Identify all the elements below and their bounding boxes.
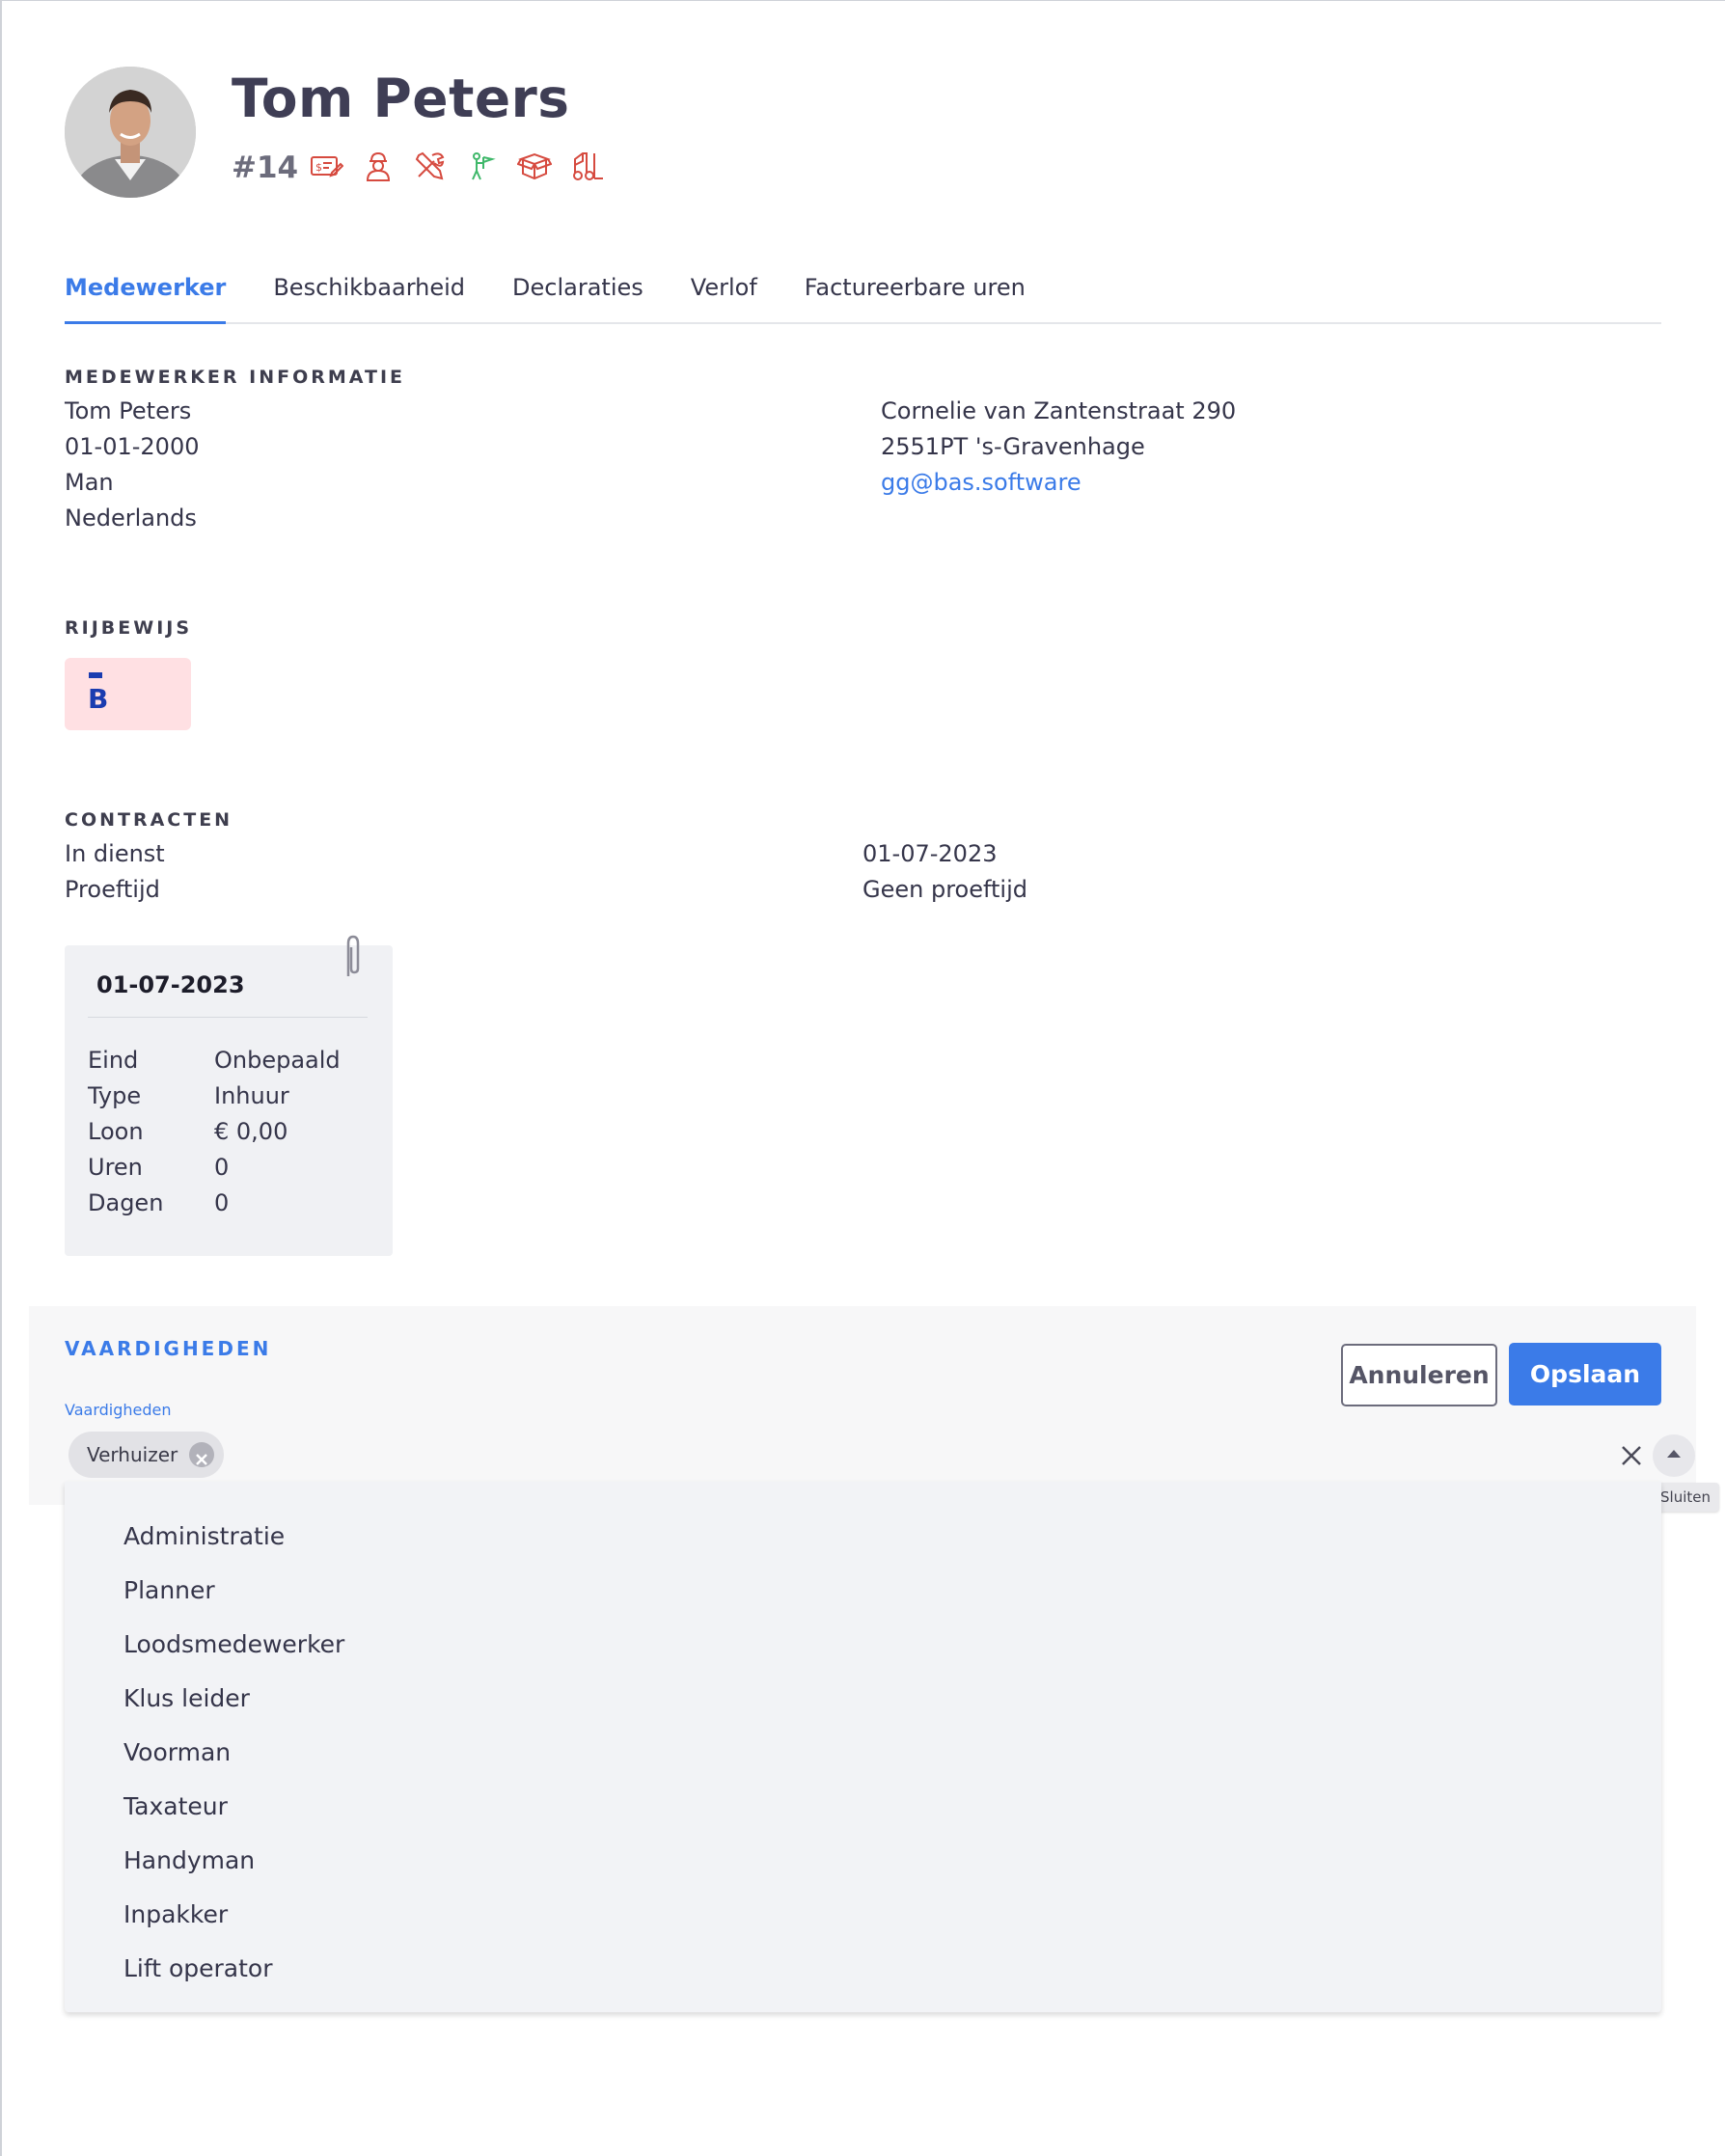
info-nationality: Nederlands: [65, 505, 197, 532]
clear-icon[interactable]: [1619, 1443, 1644, 1468]
skills-title: VAARDIGHEDEN: [65, 1337, 272, 1360]
skill-chip-verhuizer: Verhuizer: [68, 1432, 225, 1478]
option-inpakker[interactable]: Inpakker: [123, 1900, 228, 1928]
section-title-contracts: CONTRACTEN: [65, 809, 233, 831]
contract-in-service-value: 01-07-2023: [862, 840, 998, 867]
paperclip-icon[interactable]: [341, 934, 364, 980]
contract-probation-value: Geen proeftijd: [862, 876, 1027, 903]
employee-number: #14: [232, 150, 299, 185]
tab-bar: Medewerker Beschikbaarheid Declaraties V…: [65, 270, 1661, 324]
dropdown-toggle-up-icon[interactable]: [1653, 1434, 1695, 1477]
option-klus-leider[interactable]: Klus leider: [123, 1684, 250, 1712]
contract-card-divider: [88, 1017, 368, 1018]
section-title-info: MEDEWERKER INFORMATIE: [65, 367, 406, 388]
avatar-photo-icon: [65, 67, 196, 198]
cancel-button[interactable]: Annuleren: [1341, 1344, 1497, 1406]
box-icon: [517, 152, 552, 180]
contract-row-uren: Uren 0: [88, 1154, 230, 1181]
contract-in-service-label: In dienst: [65, 840, 165, 867]
worker-icon: [366, 151, 391, 181]
contract-row-loon: Loon € 0,00: [88, 1118, 288, 1145]
chip-remove-x-icon: [196, 1454, 208, 1465]
invoice-pen-icon: $: [311, 156, 343, 177]
svg-text:$: $: [315, 161, 322, 174]
info-name: Tom Peters: [65, 397, 192, 424]
tools-icon: [415, 151, 445, 180]
contract-card-date: 01-07-2023: [96, 971, 245, 998]
save-button[interactable]: Opslaan: [1509, 1343, 1661, 1405]
tab-factureerbare-uren[interactable]: Factureerbare uren: [805, 270, 1026, 324]
contract-row-dagen: Dagen 0: [88, 1189, 230, 1216]
tab-declaraties[interactable]: Declaraties: [512, 270, 643, 324]
option-planner[interactable]: Planner: [123, 1576, 215, 1604]
skills-field-label: Vaardigheden: [65, 1401, 172, 1419]
flag-person-icon: [472, 152, 496, 180]
tab-medewerker[interactable]: Medewerker: [65, 270, 227, 324]
tab-beschikbaarheid[interactable]: Beschikbaarheid: [273, 270, 465, 324]
info-email-link[interactable]: gg@bas.software: [881, 469, 1082, 496]
skill-chip-label: Verhuizer: [87, 1443, 178, 1466]
forklift-icon: [573, 152, 603, 180]
role-icons: $: [309, 150, 604, 182]
avatar: [65, 67, 196, 198]
option-loodsmedewerker[interactable]: Loodsmedewerker: [123, 1630, 344, 1658]
skills-panel: VAARDIGHEDEN Annuleren Opslaan Vaardighe…: [29, 1306, 1696, 1505]
contract-probation-label: Proeftijd: [65, 876, 160, 903]
info-birthdate: 01-01-2000: [65, 433, 200, 460]
skills-select-input[interactable]: Verhuizer: [65, 1427, 1695, 1487]
info-gender: Man: [65, 469, 114, 496]
option-handyman[interactable]: Handyman: [123, 1846, 255, 1874]
skills-dropdown-list: Administratie Planner Loodsmedewerker Kl…: [65, 1482, 1661, 2012]
section-title-license: RIJBEWIJS: [65, 617, 193, 639]
contract-row-eind: Eind Onbepaald: [88, 1047, 341, 1074]
option-administratie[interactable]: Administratie: [123, 1522, 285, 1550]
contract-card[interactable]: 01-07-2023 Eind Onbepaald Type Inhuur Loon…: [65, 935, 393, 1256]
chip-remove-icon[interactable]: [189, 1442, 215, 1467]
tab-verlof[interactable]: Verlof: [691, 270, 757, 324]
info-postal-city: 2551PT 's-Gravenhage: [881, 433, 1145, 460]
license-dash: [89, 672, 102, 678]
contract-row-type: Type Inhuur: [88, 1082, 289, 1109]
option-lift-operator[interactable]: Lift operator: [123, 1954, 273, 1982]
employee-name: Tom Peters: [232, 68, 570, 129]
license-category: B: [88, 683, 109, 715]
license-badge: B: [65, 658, 191, 730]
info-street: Cornelie van Zantenstraat 290: [881, 397, 1237, 424]
option-voorman[interactable]: Voorman: [123, 1738, 231, 1766]
close-tooltip: Sluiten: [1652, 1483, 1719, 1512]
option-taxateur[interactable]: Taxateur: [123, 1792, 228, 1820]
